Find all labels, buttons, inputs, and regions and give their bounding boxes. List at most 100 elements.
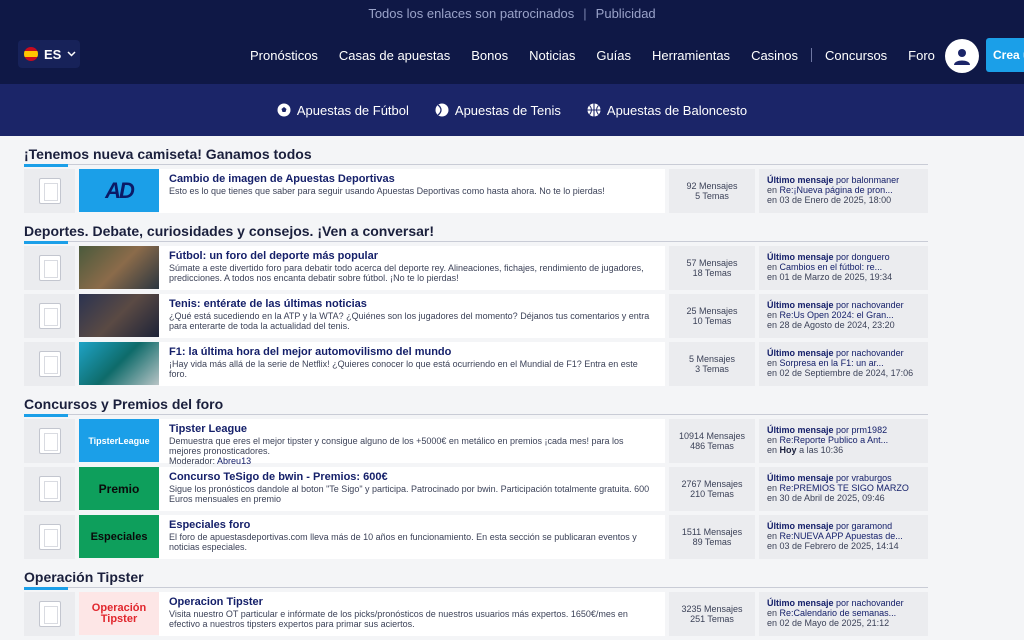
board-stats: 3235 Mensajes 251 Temas <box>669 592 755 636</box>
last-post-label: Último mensaje <box>767 348 834 358</box>
last-post-author[interactable]: por nachovander <box>836 300 904 310</box>
sponsor-separator: | <box>583 5 587 21</box>
last-post: Último mensaje por vraburgos en Re:PREMI… <box>759 467 928 511</box>
subnav-label: Apuestas de Baloncesto <box>606 102 748 118</box>
last-post-topic-link[interactable]: Cambios en el fútbol: re... <box>780 262 883 272</box>
last-post-label: Último mensaje <box>767 473 834 483</box>
subnav-baloncesto[interactable]: Apuestas de Baloncesto <box>587 103 747 118</box>
last-post: Último mensaje por nachovander en Re:Us … <box>759 294 928 338</box>
post-count: 10914 Mensajes <box>678 431 746 441</box>
nav-foro[interactable]: Foro <box>908 48 935 63</box>
last-post-date: en 02 de Septiembre de 2024, 17:06 <box>767 368 914 378</box>
last-post-date: en 02 de Mayo de 2025, 21:12 <box>767 618 890 628</box>
board-title-link[interactable]: Tipster League <box>169 424 655 435</box>
post-count: 57 Mensajes <box>686 258 738 268</box>
document-icon <box>38 178 61 204</box>
post-count: 25 Mensajes <box>686 306 738 316</box>
last-post-date: en 01 de Marzo de 2025, 19:34 <box>767 272 893 282</box>
board-description: ¿Qué está sucediendo en la ATP y la WTA?… <box>169 311 650 331</box>
last-post-author[interactable]: por balonmaner <box>836 175 899 185</box>
board-thumbnail-tennis[interactable] <box>79 294 159 337</box>
board-thumbnail[interactable]: TipsterLeague <box>79 419 159 462</box>
board-thumbnail-f1[interactable] <box>79 342 159 385</box>
post-count: 5 Mensajes <box>688 354 736 364</box>
board-title-link[interactable]: Fútbol: un foro del deporte más popular <box>169 251 655 262</box>
board-title-link[interactable]: Cambio de imagen de Apuestas Deportivas <box>169 174 655 185</box>
board-title-link[interactable]: Especiales foro <box>169 520 655 531</box>
post-count: 92 Mensajes <box>686 181 738 191</box>
moderator-link[interactable]: Abreu13 <box>217 456 251 466</box>
last-post-date: en 30 de Abril de 2025, 09:46 <box>767 493 885 503</box>
nav-concursos[interactable]: Concursos <box>825 48 887 63</box>
last-post-author[interactable]: por garamond <box>836 521 892 531</box>
board-thumbnail[interactable]: Especiales <box>79 515 159 558</box>
nav-noticias[interactable]: Noticias <box>529 48 575 63</box>
main-navbar: ES Pronósticos Casas de apuestas Bonos N… <box>0 26 1024 84</box>
board-thumbnail[interactable]: Premio <box>79 467 159 510</box>
last-post-topic-link[interactable]: Re:¡Nueva página de pron... <box>780 185 893 195</box>
last-post-label: Último mensaje <box>767 425 834 435</box>
last-post-topic-link[interactable]: Re:NUEVA APP Apuestas de... <box>780 531 903 541</box>
topic-count: 5 Temas <box>695 191 729 201</box>
forum-row: TipsterLeague Tipster League Demuestra q… <box>24 419 928 466</box>
topic-count: 486 Temas <box>690 441 734 451</box>
last-post-topic-link[interactable]: Re:PREMIOS TE SIGO MARZO <box>780 483 909 493</box>
nav-casas-de-apuestas[interactable]: Casas de apuestas <box>339 48 450 63</box>
board-info: Cambio de imagen de Apuestas Deportivas … <box>159 169 665 213</box>
last-post-date: en 03 de Enero de 2025, 18:00 <box>767 195 892 205</box>
subnav-futbol[interactable]: Apuestas de Fútbol <box>277 103 409 118</box>
last-post-author[interactable]: por nachovander <box>836 598 904 608</box>
board-stats: 57 Mensajes 18 Temas <box>669 246 755 290</box>
board-title-link[interactable]: F1: la última hora del mejor automovilis… <box>169 347 655 358</box>
forum-row: Premio Concurso TeSigo de bwin - Premios… <box>24 467 928 511</box>
user-icon <box>954 49 970 65</box>
thumb-text: TipsterLeague <box>88 435 150 446</box>
ad-label[interactable]: Publicidad <box>596 6 656 21</box>
nav-pronosticos[interactable]: Pronósticos <box>250 48 318 63</box>
soccer-ball-icon <box>277 103 291 117</box>
nav-herramientas[interactable]: Herramientas <box>652 48 730 63</box>
last-post-date: en 28 de Agosto de 2024, 23:20 <box>767 320 895 330</box>
subnav-label: Apuestas de Tenis <box>454 102 561 118</box>
basketball-icon <box>587 103 601 117</box>
last-post-in: en <box>767 483 778 493</box>
board-thumbnail[interactable]: Operación Tipster <box>79 592 159 635</box>
topic-count: 210 Temas <box>690 489 734 499</box>
board-title-link[interactable]: Concurso TeSigo de bwin - Premios: 600€ <box>169 472 655 483</box>
last-post-topic-link[interactable]: Re:Reporte Publico a Ant... <box>780 435 889 445</box>
moderator-label: Moderador: <box>169 456 216 466</box>
board-stats: 1511 Mensajes 89 Temas <box>669 515 755 559</box>
user-avatar-button[interactable] <box>945 39 979 73</box>
last-post: Último mensaje por prm1982 en Re:Reporte… <box>759 419 928 463</box>
nav-guias[interactable]: Guías <box>596 48 631 63</box>
last-post-author[interactable]: por vraburgos <box>836 473 892 483</box>
board-description: El foro de apuestasdeportivas.com lleva … <box>169 532 637 552</box>
last-post-label: Último mensaje <box>767 300 834 310</box>
last-post-author[interactable]: por prm1982 <box>836 425 887 435</box>
board-description: Demuestra que eres el mejor tipster y co… <box>169 436 624 456</box>
nav-casinos[interactable]: Casinos <box>751 48 798 63</box>
topic-count: 251 Temas <box>690 614 734 624</box>
board-title-link[interactable]: Operacion Tipster <box>169 597 655 608</box>
topic-count: 10 Temas <box>692 316 732 326</box>
create-account-button[interactable]: Crea u <box>986 38 1024 72</box>
last-post-in: en <box>767 608 778 618</box>
board-thumbnail[interactable]: AD <box>79 169 159 212</box>
last-post-author[interactable]: por nachovander <box>836 348 904 358</box>
last-post: Último mensaje por garamond en Re:NUEVA … <box>759 515 928 559</box>
section-title: Operación Tipster <box>24 559 928 590</box>
last-post-topic-link[interactable]: Sorpresa en la F1: un ar... <box>780 358 884 368</box>
nav-bonos[interactable]: Bonos <box>471 48 508 63</box>
board-thumbnail-football[interactable] <box>79 246 159 289</box>
last-post-topic-link[interactable]: Re:Us Open 2024: el Gran... <box>780 310 894 320</box>
subnav-tenis[interactable]: Apuestas de Tenis <box>435 103 561 118</box>
language-selector[interactable]: ES <box>18 40 80 68</box>
last-post-label: Último mensaje <box>767 175 834 185</box>
document-icon <box>38 428 61 454</box>
post-count: 3235 Mensajes <box>681 604 743 614</box>
last-post-author[interactable]: por donguero <box>836 252 890 262</box>
board-title-link[interactable]: Tenis: entérate de las últimas noticias <box>169 299 655 310</box>
board-info: Concurso TeSigo de bwin - Premios: 600€ … <box>159 467 665 511</box>
board-status <box>24 419 75 463</box>
last-post-topic-link[interactable]: Re:Calendario de semanas... <box>780 608 897 618</box>
